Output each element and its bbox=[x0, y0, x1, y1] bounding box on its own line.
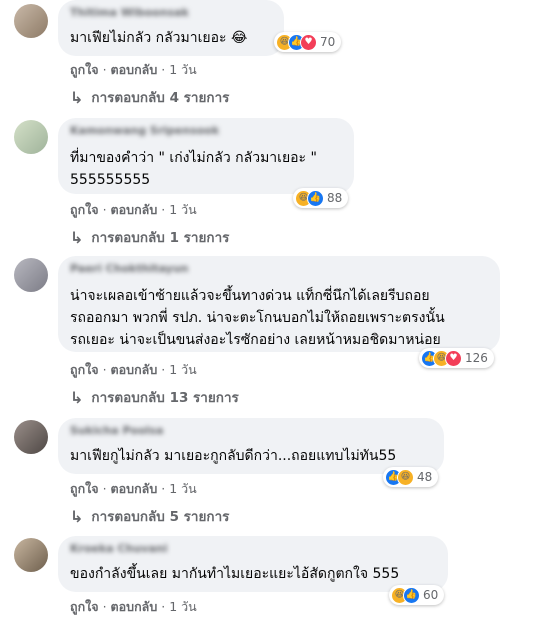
reply-link[interactable]: ตอบกลับ bbox=[111, 481, 158, 496]
like-link[interactable]: ถูกใจ bbox=[70, 599, 99, 614]
like-link[interactable]: ถูกใจ bbox=[70, 62, 99, 77]
comment-line: รถออกมา พวกพี่ รปภ. น่าจะตะโกนบอกไม่ให้ถ… bbox=[70, 310, 445, 326]
avatar[interactable] bbox=[14, 538, 48, 572]
timestamp[interactable]: 1 วัน bbox=[169, 62, 197, 77]
like-icon: 👍 bbox=[307, 189, 324, 207]
comment-line: มาเฟียกูไม่กลัว มาเยอะกูกลับดีกว่า...ถอย… bbox=[70, 448, 397, 464]
reply-arrow-icon: ↳ bbox=[70, 227, 84, 247]
reply-link[interactable]: ตอบกลับ bbox=[111, 202, 158, 217]
timestamp[interactable]: 1 วัน bbox=[169, 202, 197, 217]
comment-line: มาเฟียไม่กลัว กลัวมาเยอะ 😂 bbox=[70, 30, 248, 46]
reply-arrow-icon: ↳ bbox=[70, 506, 84, 526]
like-link[interactable]: ถูกใจ bbox=[70, 202, 99, 217]
reaction-summary[interactable]: 😆 👍 60 bbox=[389, 585, 445, 605]
comment-actions: ถูกใจ · ตอบกลับ · 1 วัน bbox=[70, 599, 197, 614]
timestamp[interactable]: 1 วัน bbox=[169, 599, 197, 614]
comment-author[interactable]: Paeri Chokthitayun bbox=[70, 262, 189, 275]
like-icon: 👍 bbox=[403, 586, 420, 604]
love-icon: ♥ bbox=[445, 349, 462, 367]
like-link[interactable]: ถูกใจ bbox=[70, 362, 99, 377]
reaction-count: 88 bbox=[327, 191, 343, 205]
comment-actions: ถูกใจ · ตอบกลับ · 1 วัน bbox=[70, 362, 197, 377]
comment-line: 555555555 bbox=[70, 172, 151, 188]
comment-text: ของกำลังขึ้นเลย มากันทำไมเยอะแยะไอ้สัดกู… bbox=[70, 563, 399, 585]
replies-label: การตอบกลับ 5 รายการ bbox=[91, 509, 230, 525]
replies-label: การตอบกลับ 4 รายการ bbox=[91, 90, 230, 106]
comment-author[interactable]: Sukicha Poolsa bbox=[70, 424, 163, 437]
like-link[interactable]: ถูกใจ bbox=[70, 481, 99, 496]
comment-text: มาเฟียไม่กลัว กลัวมาเยอะ 😂 bbox=[70, 27, 247, 49]
view-replies-link[interactable]: ↳ การตอบกลับ 13 รายการ bbox=[70, 386, 239, 408]
reaction-summary[interactable]: 👍 😆 ♥ 126 bbox=[419, 348, 494, 368]
view-replies-link[interactable]: ↳ การตอบกลับ 1 รายการ bbox=[70, 226, 229, 248]
view-replies-link[interactable]: ↳ การตอบกลับ 4 รายการ bbox=[70, 86, 229, 108]
comment-author[interactable]: Kroeka Chuvani bbox=[70, 542, 167, 555]
reply-arrow-icon: ↳ bbox=[70, 387, 84, 407]
comment-line: ของกำลังขึ้นเลย มากันทำไมเยอะแยะไอ้สัดกู… bbox=[70, 566, 400, 582]
replies-label: การตอบกลับ 1 รายการ bbox=[91, 230, 230, 246]
timestamp[interactable]: 1 วัน bbox=[169, 481, 197, 496]
love-icon: ♥ bbox=[300, 33, 317, 51]
comment-bubble: Kamonwang Sripensook ที่มาของคำว่า " เก่… bbox=[58, 118, 354, 194]
comment-bubble: Kroeka Chuvani ของกำลังขึ้นเลย มากันทำไม… bbox=[58, 536, 448, 592]
comment-text: ที่มาของคำว่า " เก่งไม่กลัว กลัวมาเยอะ "… bbox=[70, 147, 317, 191]
reply-arrow-icon: ↳ bbox=[70, 87, 84, 107]
comment-author[interactable]: Thitima Wiboonsak bbox=[70, 6, 189, 19]
reply-link[interactable]: ตอบกลับ bbox=[111, 362, 158, 377]
haha-icon: 😆 bbox=[397, 468, 414, 486]
reaction-summary[interactable]: 😆 👍 88 bbox=[293, 188, 349, 208]
comment-bubble: Sukicha Poolsa มาเฟียกูไม่กลัว มาเยอะกูก… bbox=[58, 418, 444, 474]
comment-actions: ถูกใจ · ตอบกลับ · 1 วัน bbox=[70, 202, 197, 217]
avatar[interactable] bbox=[14, 258, 48, 292]
comment-line: น่าจะเผลอเข้าซ้ายแล้วจะขึ้นทางด่วน แท็กซ… bbox=[70, 288, 430, 304]
reply-link[interactable]: ตอบกลับ bbox=[111, 599, 158, 614]
comment-bubble: Thitima Wiboonsak มาเฟียไม่กลัว กลัวมาเย… bbox=[58, 0, 284, 56]
reaction-summary[interactable]: 😆 👍 ♥ 70 bbox=[274, 32, 342, 52]
comment-line: ที่มาของคำว่า " เก่งไม่กลัว กลัวมาเยอะ " bbox=[70, 150, 317, 166]
avatar[interactable] bbox=[14, 4, 48, 38]
reaction-count: 60 bbox=[423, 588, 439, 602]
comment-text: มาเฟียกูไม่กลัว มาเยอะกูกลับดีกว่า...ถอย… bbox=[70, 445, 396, 467]
comment-actions: ถูกใจ · ตอบกลับ · 1 วัน bbox=[70, 481, 197, 496]
view-replies-link[interactable]: ↳ การตอบกลับ 5 รายการ bbox=[70, 505, 229, 527]
timestamp[interactable]: 1 วัน bbox=[169, 362, 197, 377]
replies-label: การตอบกลับ 13 รายการ bbox=[91, 390, 239, 406]
comment-bubble: Paeri Chokthitayun น่าจะเผลอเข้าซ้ายแล้ว… bbox=[58, 256, 500, 352]
reaction-summary[interactable]: 👍 😆 48 bbox=[383, 467, 439, 487]
avatar[interactable] bbox=[14, 120, 48, 154]
avatar[interactable] bbox=[14, 420, 48, 454]
comment-text: น่าจะเผลอเข้าซ้ายแล้วจะขึ้นทางด่วน แท็กซ… bbox=[70, 285, 445, 351]
reaction-count: 48 bbox=[417, 470, 433, 484]
comment-actions: ถูกใจ · ตอบกลับ · 1 วัน bbox=[70, 62, 197, 77]
reaction-count: 70 bbox=[320, 35, 336, 49]
comment-author[interactable]: Kamonwang Sripensook bbox=[70, 124, 219, 137]
reaction-count: 126 bbox=[465, 351, 488, 365]
reply-link[interactable]: ตอบกลับ bbox=[111, 62, 158, 77]
comment-line: รถเยอะ น่าจะเป็นขนส่งอะไรซักอย่าง เลยหน้… bbox=[70, 332, 441, 348]
